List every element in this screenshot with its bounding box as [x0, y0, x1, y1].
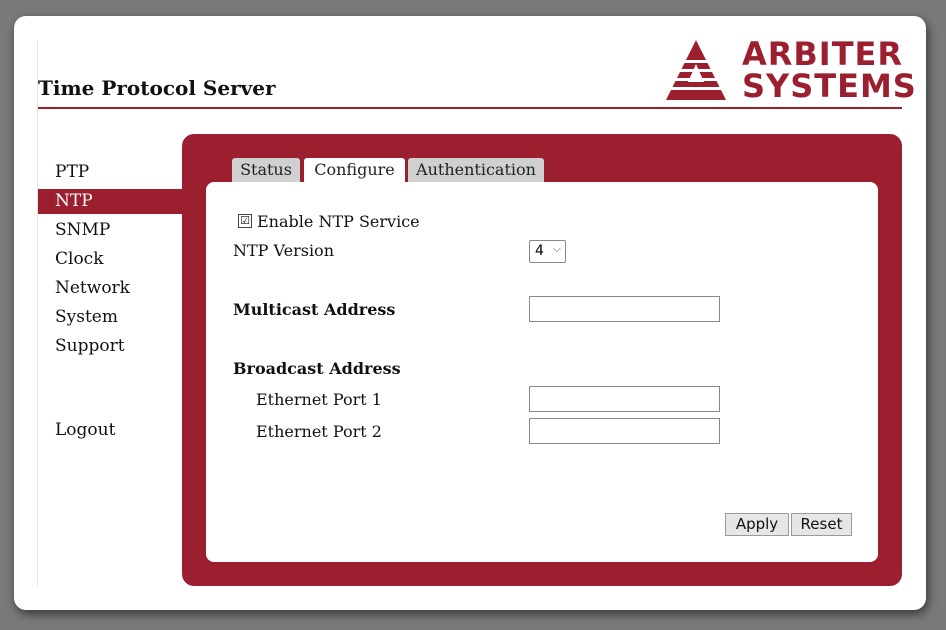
- enable-ntp-checkbox[interactable]: ☑: [238, 214, 252, 228]
- tab-status[interactable]: Status: [232, 158, 300, 182]
- logo-text-arbiter: ARBITER: [742, 35, 904, 73]
- enable-ntp-label: Enable NTP Service: [257, 212, 420, 231]
- multicast-address-input[interactable]: [529, 296, 720, 322]
- ntp-version-label: NTP Version: [233, 241, 334, 260]
- ethernet-port-2-label: Ethernet Port 2: [256, 422, 382, 441]
- header-divider: [38, 107, 902, 109]
- sidebar-item-ntp[interactable]: NTP: [38, 189, 182, 214]
- ntp-version-select[interactable]: 4 ⌵: [529, 240, 566, 263]
- ethernet-port-2-input[interactable]: [529, 418, 720, 444]
- sidebar-item-snmp[interactable]: SNMP: [38, 216, 188, 245]
- apply-button[interactable]: Apply: [725, 513, 789, 536]
- ethernet-port-1-input[interactable]: [529, 386, 720, 412]
- sidebar-nav: PTP NTP SNMP Clock Network System Suppor…: [38, 158, 188, 361]
- arbiter-logo: ARBITER SYSTEMS: [664, 35, 916, 102]
- sidebar-item-support[interactable]: Support: [38, 332, 188, 361]
- logo-text-systems: SYSTEMS: [742, 67, 917, 105]
- broadcast-address-label: Broadcast Address: [233, 359, 401, 378]
- sidebar-item-network[interactable]: Network: [38, 274, 188, 303]
- reset-button[interactable]: Reset: [791, 513, 852, 536]
- arbiter-logo-icon: [664, 40, 728, 100]
- ethernet-port-1-label: Ethernet Port 1: [256, 390, 382, 409]
- tab-authentication[interactable]: Authentication: [408, 158, 544, 182]
- multicast-address-label: Multicast Address: [233, 300, 396, 319]
- tab-configure[interactable]: Configure: [304, 158, 405, 184]
- sidebar-item-ptp[interactable]: PTP: [38, 158, 188, 187]
- logout-link[interactable]: Logout: [55, 420, 115, 440]
- page-title: Time Protocol Server: [38, 76, 276, 100]
- sidebar-item-clock[interactable]: Clock: [38, 245, 188, 274]
- ntp-version-value: 4: [535, 243, 544, 259]
- chevron-down-icon: ⌵: [552, 242, 561, 255]
- sidebar-item-system[interactable]: System: [38, 303, 188, 332]
